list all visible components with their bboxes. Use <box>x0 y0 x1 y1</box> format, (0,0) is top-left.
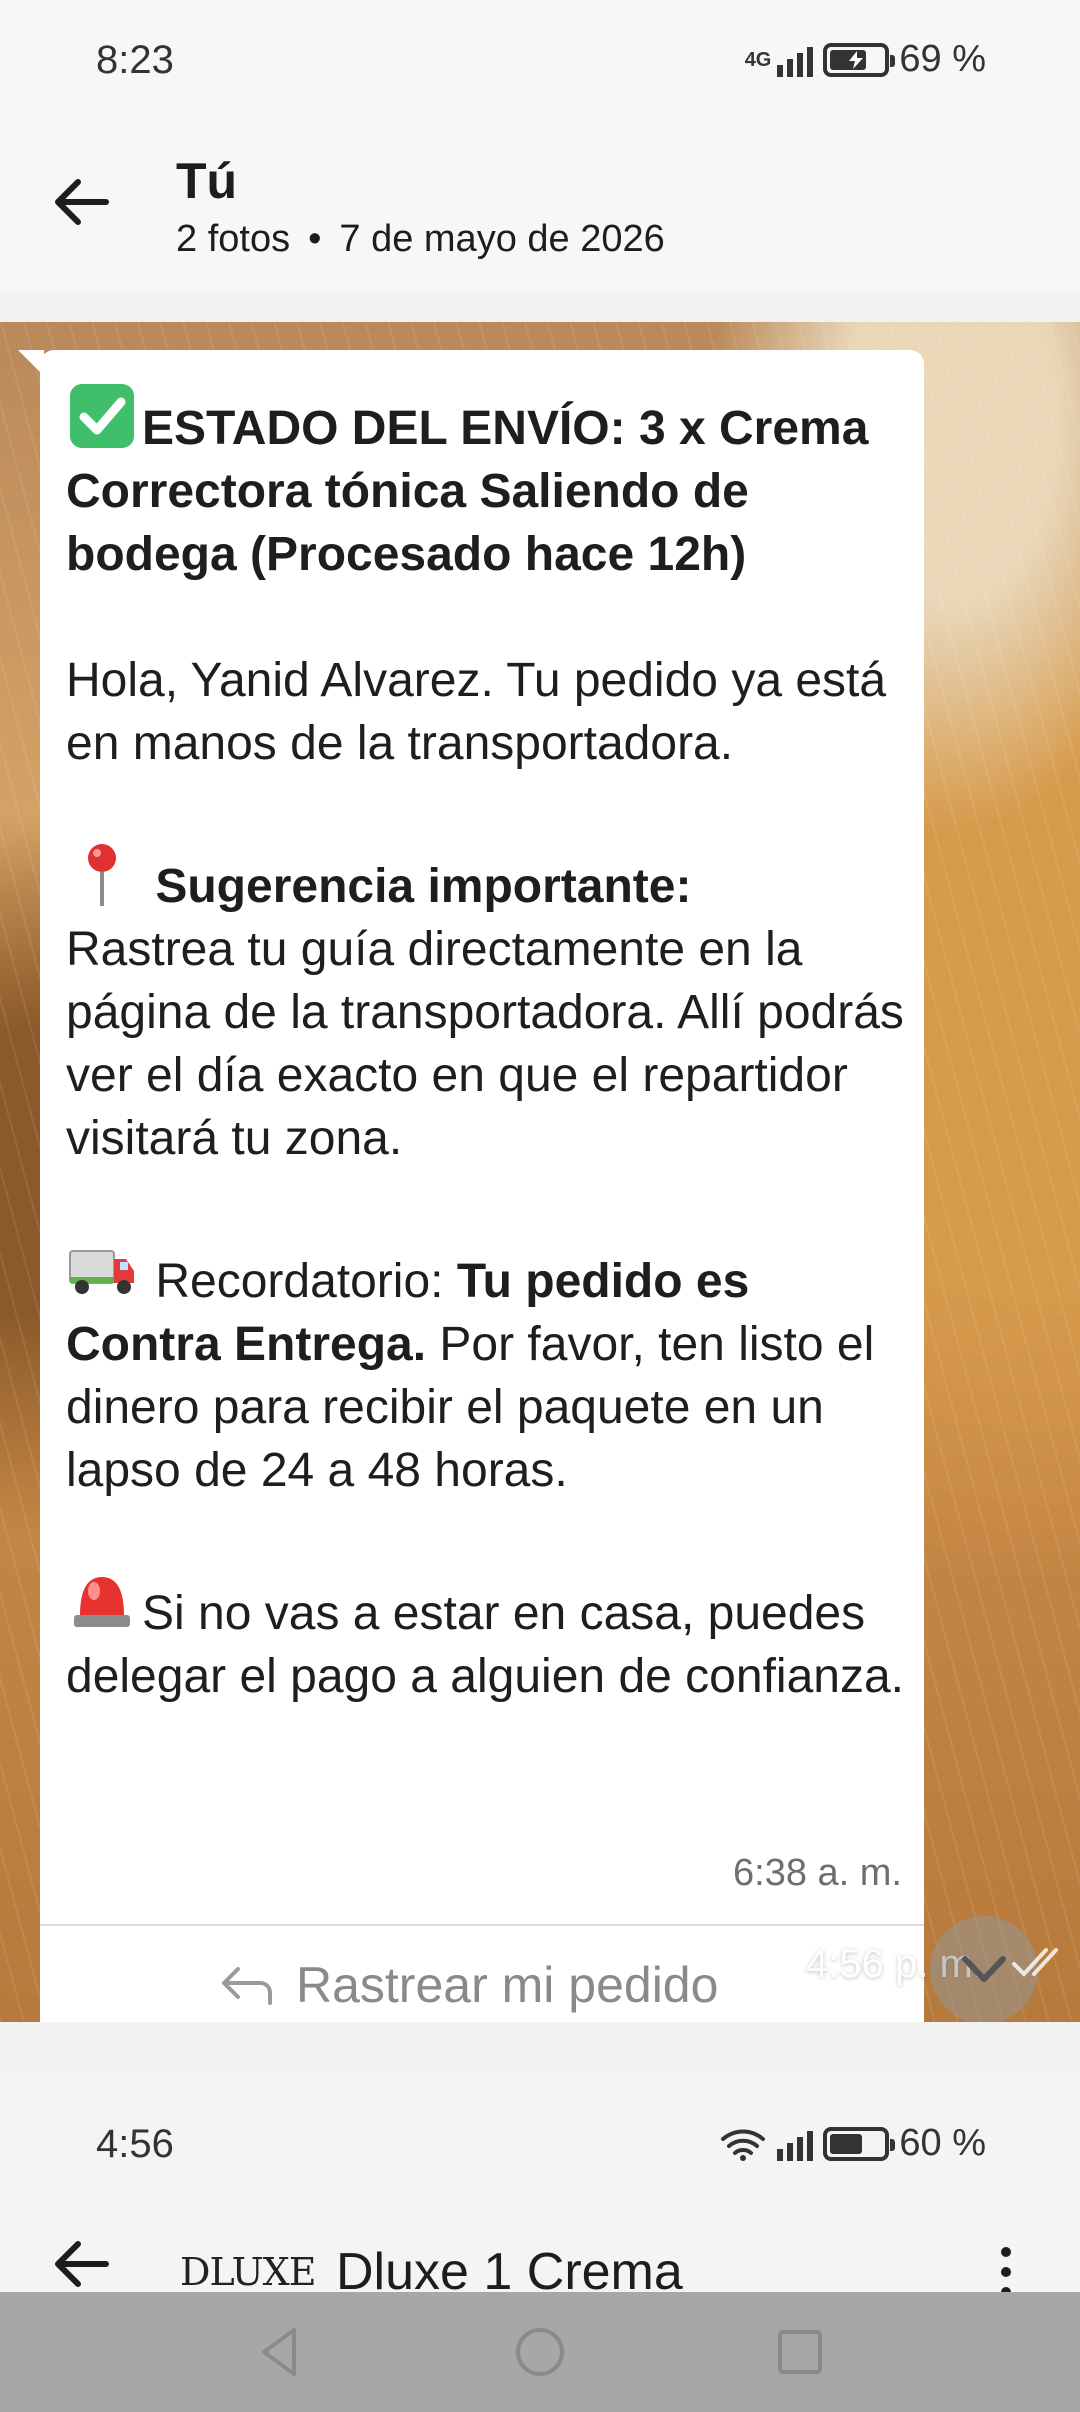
album-subtitle: 2 fotos • 7 de mayo de 2026 <box>176 218 665 261</box>
photo-count: 2 fotos <box>176 218 291 260</box>
bubble-divider <box>40 1924 924 1926</box>
greeting-text: Hola, Yanid Alvarez. Tu pedido ya está e… <box>66 654 887 770</box>
battery-icon <box>823 42 896 77</box>
check-mark-emoji-icon <box>70 384 134 448</box>
shipping-status: ESTADO DEL ENVÍO: 3 x Crema Correctora t… <box>66 402 869 581</box>
suggestion-body: Rastrea tu guía directamente en la págin… <box>66 923 904 1165</box>
round-pushpin-emoji-icon <box>88 844 116 906</box>
status-icons: 4G 69 % <box>745 38 986 81</box>
battery-percent: 69 % <box>899 38 986 80</box>
track-order-label: Rastrear mi pedido <box>296 1957 719 2013</box>
truck-emoji-icon <box>69 1250 134 1294</box>
message-text: ESTADO DEL ENVÍO: 3 x Crema Correctora t… <box>66 380 916 1708</box>
status-bar: 8:23 4G 69 % <box>0 0 1080 130</box>
wifi-icon <box>721 2129 766 2161</box>
dluxe-logo: DLUXE <box>180 2250 316 2294</box>
photo-date: 7 de mayo de 2026 <box>339 218 665 260</box>
preview-back-arrow-icon <box>55 2241 109 2287</box>
double-check-icon <box>1012 1948 1058 1977</box>
bubble-tail <box>18 350 44 376</box>
signal-icon <box>777 43 814 77</box>
gallery-header: Tú 2 fotos • 7 de mayo de 2026 <box>0 130 1080 292</box>
alert-text: Si no vas a estar en casa, puedes delega… <box>66 1587 904 1703</box>
nav-recents-icon[interactable] <box>770 2322 830 2382</box>
photo-viewer[interactable]: ESTADO DEL ENVÍO: 3 x Crema Correctora t… <box>0 322 1080 2022</box>
album-title: Tú <box>176 153 238 209</box>
nav-back-icon[interactable] <box>250 2322 310 2382</box>
reminder-label: Recordatorio: <box>155 1255 444 1308</box>
network-type: 4G <box>744 48 772 71</box>
nav-home-icon[interactable] <box>510 2322 570 2382</box>
message-timestamp: 6:38 a. m. <box>733 1852 902 1894</box>
reply-arrow-icon <box>222 1967 272 2005</box>
chat-bubble: ESTADO DEL ENVÍO: 3 x Crema Correctora t… <box>18 350 924 2022</box>
status-time: 8:23 <box>96 38 174 82</box>
preview-signal-icon <box>777 2127 814 2161</box>
suggestion-title: Sugerencia importante: <box>155 860 692 913</box>
screen: 8:23 4G 69 % Tú 2 fotos • 7 de mayo de 2… <box>0 0 1080 2412</box>
preview-status-time: 4:56 <box>96 2122 174 2166</box>
back-arrow-icon[interactable] <box>50 170 114 234</box>
separator-dot: • <box>308 218 322 260</box>
navigation-bar <box>0 2292 1080 2412</box>
preview-battery-percent: 60 % <box>899 2122 986 2164</box>
charging-icon <box>849 50 864 69</box>
track-order-button[interactable]: Rastrear mi pedido <box>220 1956 718 2014</box>
second-photo-preview[interactable]: 4:56 60 % DLUXE Dluxe 1 Crema <box>0 2074 1080 2301</box>
preview-battery-icon <box>823 2126 896 2161</box>
police-light-emoji-icon <box>74 1577 130 1627</box>
chevron-down-icon <box>962 1956 1006 1982</box>
preview-battery-fill <box>830 2133 862 2154</box>
preview-status-icons: 60 % <box>719 2122 986 2165</box>
